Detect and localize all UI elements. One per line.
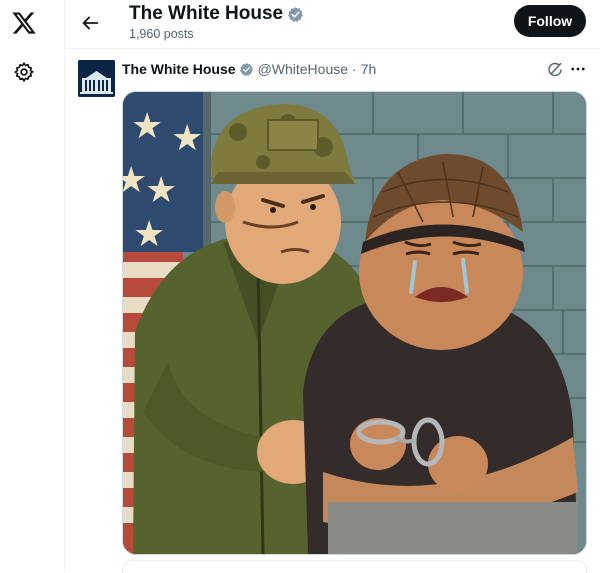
post-handle[interactable]: @WhiteHouse xyxy=(258,61,348,77)
more-icon[interactable] xyxy=(569,60,587,78)
svg-text:★: ★ xyxy=(131,106,163,147)
profile-name: The White House xyxy=(129,3,284,24)
svg-text:★: ★ xyxy=(123,160,147,201)
left-nav-rail xyxy=(0,0,65,571)
verified-badge-icon xyxy=(239,62,253,76)
post-count: 1,960 posts xyxy=(129,27,194,41)
gear-icon[interactable] xyxy=(13,61,35,83)
post-time[interactable]: 7h xyxy=(361,61,377,77)
meta-separator: · xyxy=(352,61,357,77)
svg-text:★: ★ xyxy=(171,118,203,159)
cartoon-illustration: ★★★ ★★ xyxy=(123,92,586,554)
follow-button[interactable]: Follow xyxy=(514,5,586,37)
svg-text:★: ★ xyxy=(145,170,177,211)
post-image[interactable]: ★★★ ★★ xyxy=(122,91,587,555)
svg-text:★: ★ xyxy=(133,214,165,255)
post-author[interactable]: The White House @WhiteHouse · 7h xyxy=(122,61,376,77)
next-element-peek xyxy=(122,560,587,573)
avatar[interactable] xyxy=(78,60,115,97)
back-arrow-icon[interactable] xyxy=(79,12,101,34)
post-author-name[interactable]: The White House xyxy=(122,61,236,77)
verified-badge-icon xyxy=(288,6,303,22)
grok-icon[interactable] xyxy=(546,61,564,79)
x-logo-icon[interactable] xyxy=(11,10,37,36)
profile-title: The White House xyxy=(129,3,304,25)
profile-header: The White House 1,960 posts Follow xyxy=(65,0,600,49)
